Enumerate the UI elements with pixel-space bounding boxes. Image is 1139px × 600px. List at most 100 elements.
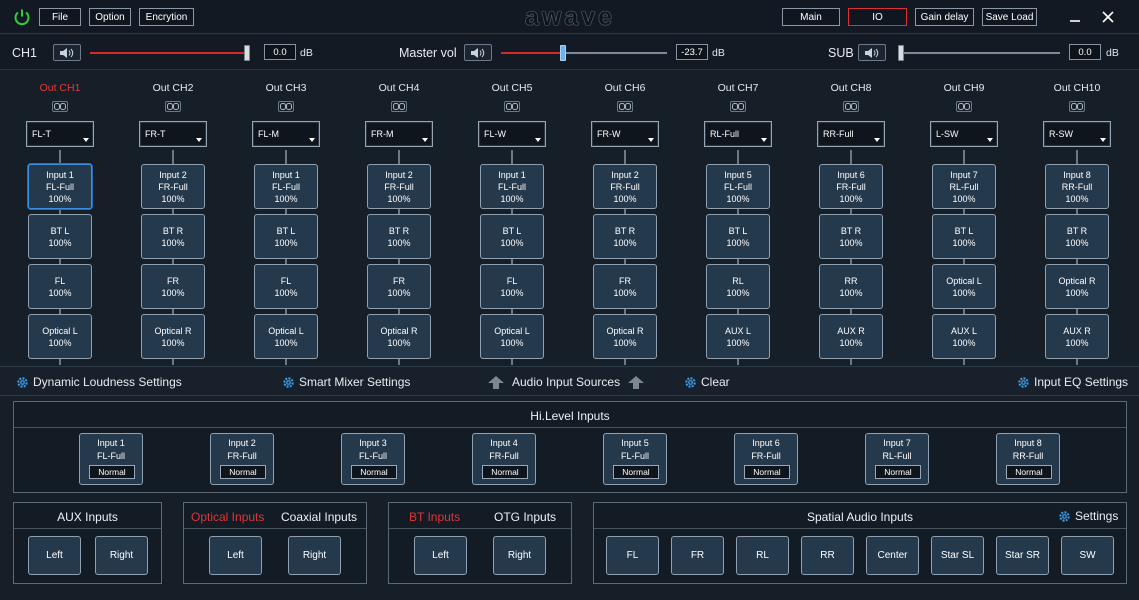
minimize-icon[interactable]	[1068, 10, 1082, 24]
smart-mixer-settings-button[interactable]: Smart Mixer Settings	[282, 374, 410, 390]
mix-input-box[interactable]: Optical R 100%	[141, 314, 205, 359]
out-ch9-select[interactable]: L-SW	[930, 121, 998, 147]
tab-bt-inputs[interactable]: BT Inputs	[409, 510, 469, 524]
link-icon[interactable]	[730, 101, 746, 112]
tab-coaxial-inputs[interactable]: Coaxial Inputs	[281, 510, 366, 524]
out-ch6-select[interactable]: FR-W	[591, 121, 659, 147]
link-icon[interactable]	[391, 101, 407, 112]
mix-input-box[interactable]: Optical R 100%	[1045, 264, 1109, 309]
hi-input-level-select[interactable]: Normal	[220, 465, 266, 479]
link-icon[interactable]	[504, 101, 520, 112]
mix-input-box[interactable]: Input 5 FL-Full 100%	[706, 164, 770, 209]
tab-optical-inputs[interactable]: Optical Inputs	[191, 510, 271, 524]
out-ch10-select[interactable]: R-SW	[1043, 121, 1111, 147]
mix-input-box[interactable]: FR 100%	[141, 264, 205, 309]
bt-right-button[interactable]: Right	[493, 536, 546, 575]
mix-input-box[interactable]: AUX L 100%	[932, 314, 996, 359]
mix-input-box[interactable]: FR 100%	[367, 264, 431, 309]
out-ch1-select[interactable]: FL-T	[26, 121, 94, 147]
mix-input-box[interactable]: BT R 100%	[141, 214, 205, 259]
aux-right-button[interactable]: Right	[95, 536, 148, 575]
link-icon[interactable]	[617, 101, 633, 112]
file-menu[interactable]: File	[39, 8, 81, 26]
spatial-settings-button[interactable]: Settings	[1058, 508, 1118, 524]
io-button[interactable]: IO	[848, 8, 907, 26]
out-ch5-select[interactable]: FL-W	[478, 121, 546, 147]
out-ch2-select[interactable]: FR-T	[139, 121, 207, 147]
spatial-rl-button[interactable]: RL	[736, 536, 789, 575]
input-eq-settings-button[interactable]: Input EQ Settings	[1017, 374, 1128, 390]
mix-input-box[interactable]: BT R 100%	[819, 214, 883, 259]
hi-level-input-1[interactable]: Input 1 FL-Full Normal	[79, 433, 143, 485]
hi-input-level-select[interactable]: Normal	[351, 465, 397, 479]
mix-input-box[interactable]: FL 100%	[28, 264, 92, 309]
spatial-star-sr-button[interactable]: Star SR	[996, 536, 1049, 575]
mix-input-box[interactable]: BT R 100%	[1045, 214, 1109, 259]
mix-input-box[interactable]: AUX R 100%	[819, 314, 883, 359]
ch1-slider[interactable]	[90, 45, 250, 61]
mix-input-box[interactable]: Optical R 100%	[593, 314, 657, 359]
master-slider[interactable]	[501, 45, 667, 61]
gain-delay-button[interactable]: Gain delay	[915, 8, 974, 26]
mix-input-box[interactable]: BT L 100%	[932, 214, 996, 259]
mix-input-box[interactable]: Input 6 FR-Full 100%	[819, 164, 883, 209]
link-icon[interactable]	[843, 101, 859, 112]
link-icon[interactable]	[956, 101, 972, 112]
mix-input-box[interactable]: AUX R 100%	[1045, 314, 1109, 359]
mix-input-box[interactable]: Input 8 RR-Full 100%	[1045, 164, 1109, 209]
mix-input-box[interactable]: Input 7 RL-Full 100%	[932, 164, 996, 209]
close-icon[interactable]	[1100, 9, 1116, 25]
hi-level-input-4[interactable]: Input 4 FR-Full Normal	[472, 433, 536, 485]
clear-button[interactable]: Clear	[684, 374, 730, 390]
mix-input-box[interactable]: Input 1 FL-Full 100%	[480, 164, 544, 209]
link-icon[interactable]	[52, 101, 68, 112]
mix-input-box[interactable]: BT L 100%	[28, 214, 92, 259]
master-value[interactable]: -23.7	[676, 44, 708, 60]
hi-input-level-select[interactable]: Normal	[1006, 465, 1052, 479]
mix-input-box[interactable]: BT R 100%	[593, 214, 657, 259]
mix-input-box[interactable]: Optical L 100%	[932, 264, 996, 309]
mix-input-box[interactable]: AUX L 100%	[706, 314, 770, 359]
mix-input-box[interactable]: Input 2 FR-Full 100%	[141, 164, 205, 209]
mix-input-box[interactable]: BT R 100%	[367, 214, 431, 259]
hi-level-input-5[interactable]: Input 5 FL-Full Normal	[603, 433, 667, 485]
hi-input-level-select[interactable]: Normal	[482, 465, 528, 479]
optical-left-button[interactable]: Left	[209, 536, 262, 575]
mix-input-box[interactable]: Input 2 FR-Full 100%	[593, 164, 657, 209]
optical-right-button[interactable]: Right	[288, 536, 341, 575]
link-icon[interactable]	[1069, 101, 1085, 112]
hi-level-input-3[interactable]: Input 3 FL-Full Normal	[341, 433, 405, 485]
mix-input-box[interactable]: Optical L 100%	[480, 314, 544, 359]
mix-input-box[interactable]: Input 1 FL-Full 100%	[28, 164, 92, 209]
arrow-up-icon[interactable]	[487, 375, 505, 390]
sub-slider-knob[interactable]	[898, 45, 904, 61]
spatial-star-sl-button[interactable]: Star SL	[931, 536, 984, 575]
mix-input-box[interactable]: FL 100%	[254, 264, 318, 309]
hi-input-level-select[interactable]: Normal	[875, 465, 921, 479]
mix-input-box[interactable]: BT L 100%	[254, 214, 318, 259]
tab-otg-inputs[interactable]: OTG Inputs	[494, 510, 569, 524]
mix-input-box[interactable]: RL 100%	[706, 264, 770, 309]
sub-mute-button[interactable]	[858, 44, 886, 61]
sub-slider[interactable]	[898, 45, 1060, 61]
out-ch8-select[interactable]: RR-Full	[817, 121, 885, 147]
spatial-sw-button[interactable]: SW	[1061, 536, 1114, 575]
hi-input-level-select[interactable]: Normal	[89, 465, 135, 479]
mix-input-box[interactable]: BT L 100%	[706, 214, 770, 259]
mix-input-box[interactable]: FR 100%	[593, 264, 657, 309]
mix-input-box[interactable]: Optical L 100%	[254, 314, 318, 359]
spatial-center-button[interactable]: Center	[866, 536, 919, 575]
mix-input-box[interactable]: Input 2 FR-Full 100%	[367, 164, 431, 209]
hi-level-input-8[interactable]: Input 8 RR-Full Normal	[996, 433, 1060, 485]
spatial-rr-button[interactable]: RR	[801, 536, 854, 575]
ch1-mute-button[interactable]	[53, 44, 81, 61]
option-menu[interactable]: Option	[89, 8, 131, 26]
out-ch3-select[interactable]: FL-M	[252, 121, 320, 147]
master-slider-knob[interactable]	[560, 45, 566, 61]
mix-input-box[interactable]: Optical R 100%	[367, 314, 431, 359]
mix-input-box[interactable]: RR 100%	[819, 264, 883, 309]
mix-input-box[interactable]: Optical L 100%	[28, 314, 92, 359]
dynamic-loudness-settings-button[interactable]: Dynamic Loudness Settings	[16, 374, 182, 390]
hi-level-input-6[interactable]: Input 6 FR-Full Normal	[734, 433, 798, 485]
mix-input-box[interactable]: BT L 100%	[480, 214, 544, 259]
